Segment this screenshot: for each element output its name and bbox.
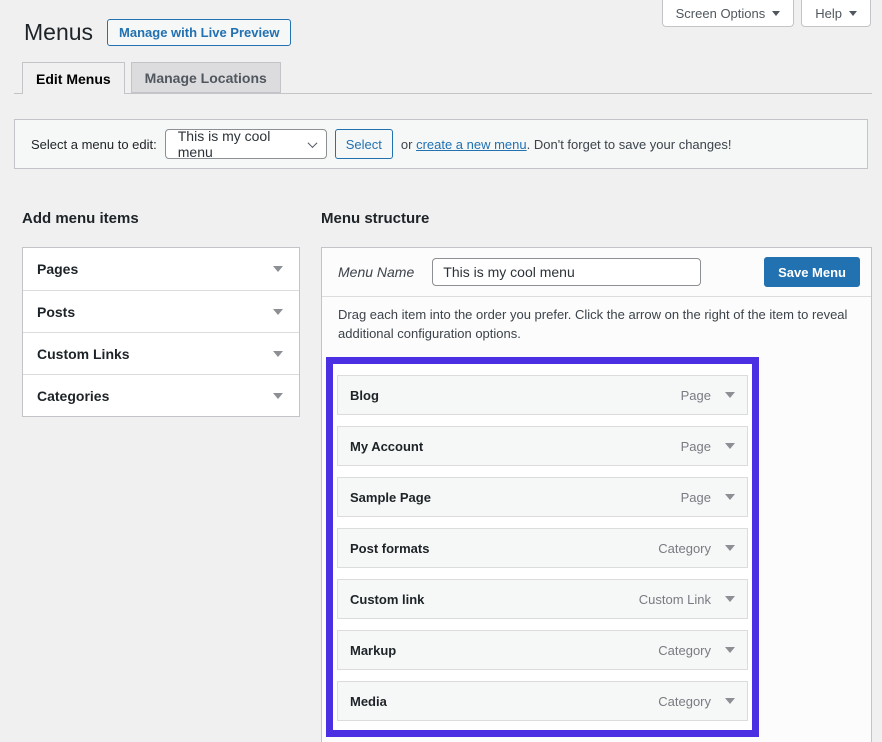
select-button[interactable]: Select [335, 129, 393, 159]
chevron-down-icon[interactable] [273, 309, 283, 315]
caret-down-icon [849, 11, 857, 16]
menu-structure-heading: Menu structure [321, 210, 429, 227]
manage-with-live-preview-button[interactable]: Manage with Live Preview [107, 19, 291, 46]
menu-item-type: Page [681, 490, 711, 505]
create-menu-text: or create a new menu. Don't forget to sa… [401, 137, 732, 152]
menu-item-row[interactable]: Blog Page [337, 375, 748, 415]
menu-item-meta: Category [658, 694, 735, 709]
menu-item-row[interactable]: Custom link Custom Link [337, 579, 748, 619]
menu-item-meta: Page [681, 439, 735, 454]
accordion-section[interactable]: Posts [23, 290, 299, 332]
save-menu-button[interactable]: Save Menu [764, 257, 860, 287]
screen-options-button[interactable]: Screen Options [662, 0, 795, 27]
chevron-down-icon[interactable] [725, 545, 735, 551]
save-reminder-text: . Don't forget to save your changes! [527, 137, 732, 152]
page-title: Menus [24, 19, 93, 47]
accordion-section[interactable]: Custom Links [23, 332, 299, 374]
menu-item-row[interactable]: My Account Page [337, 426, 748, 466]
tab-edit-menus[interactable]: Edit Menus [22, 62, 125, 94]
accordion-section[interactable]: Categories [23, 374, 299, 416]
menu-select-dropdown[interactable]: This is my cool menu [165, 129, 327, 159]
chevron-down-icon[interactable] [725, 443, 735, 449]
chevron-down-icon[interactable] [273, 393, 283, 399]
menu-item-label: Markup [350, 643, 396, 658]
chevron-down-icon[interactable] [273, 266, 283, 272]
menu-item-type: Category [658, 694, 711, 709]
menu-item-label: Blog [350, 388, 379, 403]
chevron-down-icon[interactable] [725, 647, 735, 653]
chevron-down-icon[interactable] [725, 392, 735, 398]
menu-item-type: Category [658, 541, 711, 556]
chevron-down-icon[interactable] [273, 351, 283, 357]
menu-item-meta: Page [681, 490, 735, 505]
chevron-down-icon[interactable] [725, 494, 735, 500]
menu-item-label: Post formats [350, 541, 429, 556]
menu-item-row[interactable]: Markup Category [337, 630, 748, 670]
tab-manage-locations[interactable]: Manage Locations [131, 62, 281, 93]
menu-item-label: My Account [350, 439, 423, 454]
menu-item-row[interactable]: Media Category [337, 681, 748, 721]
menu-name-input[interactable] [432, 258, 701, 286]
menu-item-type: Page [681, 439, 711, 454]
chevron-down-icon[interactable] [725, 596, 735, 602]
accordion-section-label: Custom Links [37, 346, 130, 362]
menu-select-value: This is my cool menu [178, 128, 309, 160]
menu-item-type: Custom Link [639, 592, 711, 607]
menu-name-header: Menu Name Save Menu [322, 248, 871, 297]
menu-item-label: Custom link [350, 592, 424, 607]
select-menu-label: Select a menu to edit: [31, 137, 157, 152]
help-button[interactable]: Help [801, 0, 871, 27]
menu-items-highlight-box: Blog Page My Account Page Sample Pag [326, 357, 759, 737]
create-new-menu-link[interactable]: create a new menu [416, 137, 527, 152]
caret-down-icon [772, 11, 780, 16]
title-row: Menus Manage with Live Preview [24, 19, 291, 47]
help-label: Help [815, 6, 842, 21]
menu-item-row[interactable]: Post formats Category [337, 528, 748, 568]
add-menu-items-accordion: Pages Posts Custom Links Categories [22, 247, 300, 417]
menu-structure-panel: Menu Name Save Menu Drag each item into … [321, 247, 872, 742]
menu-item-label: Sample Page [350, 490, 431, 505]
chevron-down-icon[interactable] [725, 698, 735, 704]
menu-item-meta: Custom Link [639, 592, 735, 607]
menu-item-type: Category [658, 643, 711, 658]
menus-admin-page: Screen Options Help Menus Manage with Li… [0, 0, 882, 742]
add-menu-items-heading: Add menu items [22, 210, 139, 227]
chevron-down-icon [307, 138, 317, 148]
select-menu-bar: Select a menu to edit: This is my cool m… [14, 119, 868, 169]
nav-tabs: Edit Menus Manage Locations [22, 62, 281, 94]
screen-options-label: Screen Options [676, 6, 766, 21]
menu-item-meta: Category [658, 643, 735, 658]
menu-name-label: Menu Name [338, 264, 414, 280]
screen-meta: Screen Options Help [662, 0, 871, 27]
accordion-section[interactable]: Pages [23, 248, 299, 290]
menu-item-row[interactable]: Sample Page Page [337, 477, 748, 517]
menu-item-type: Page [681, 388, 711, 403]
accordion-section-label: Posts [37, 304, 75, 320]
accordion-section-label: Categories [37, 388, 109, 404]
menu-item-meta: Page [681, 388, 735, 403]
drag-instructions: Drag each item into the order you prefer… [338, 306, 865, 344]
menu-item-meta: Category [658, 541, 735, 556]
menu-item-label: Media [350, 694, 387, 709]
or-text: or [401, 137, 416, 152]
accordion-section-label: Pages [37, 261, 78, 277]
